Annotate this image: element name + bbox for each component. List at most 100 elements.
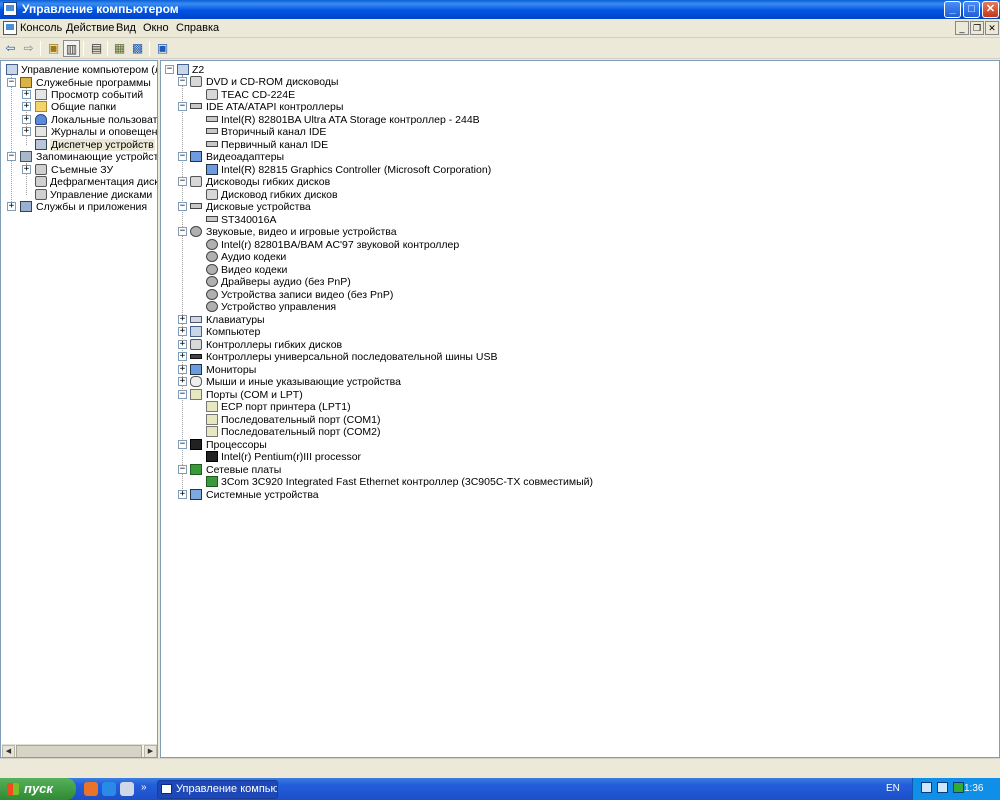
expand-toggle[interactable]: + xyxy=(178,315,187,324)
collapse-toggle[interactable]: − xyxy=(178,102,187,111)
mdi-minimize-button[interactable]: _ xyxy=(955,21,969,35)
menu-console[interactable]: Консоль xyxy=(20,22,62,34)
device-category-mice[interactable]: + Мыши и иные указывающие устройства xyxy=(178,376,478,388)
collapse-toggle[interactable]: − xyxy=(178,202,187,211)
device-item[interactable]: ST340016A xyxy=(206,214,506,226)
device-category-ports[interactable]: − Порты (COM и LPT) xyxy=(178,389,478,401)
print-icon[interactable]: ▤ xyxy=(88,40,105,57)
collapse-toggle[interactable]: − xyxy=(178,177,187,186)
tree-item-disk-management[interactable]: Управление дисками xyxy=(35,189,157,201)
collapse-toggle[interactable]: − xyxy=(165,65,174,74)
mdi-restore-button[interactable]: ❐ xyxy=(970,21,984,35)
scroll-thumb[interactable] xyxy=(16,745,142,757)
tree-item-perf-logs[interactable]: + Журналы и оповещения пр xyxy=(22,126,157,138)
tree-item-services-apps[interactable]: + Службы и приложения xyxy=(7,201,157,213)
collapse-toggle[interactable]: − xyxy=(178,465,187,474)
tree-item-device-manager[interactable]: Диспетчер устройств xyxy=(35,139,157,151)
maximize-button[interactable]: □ xyxy=(963,1,980,18)
device-item[interactable]: Intel(R) 82801BA Ultra ATA Storage контр… xyxy=(206,114,606,126)
help-icon[interactable]: ▩ xyxy=(129,40,146,57)
expand-toggle[interactable]: + xyxy=(22,127,31,136)
expand-toggle[interactable]: + xyxy=(22,90,31,99)
collapse-toggle[interactable]: − xyxy=(178,390,187,399)
quick-launch-more-icon[interactable]: » xyxy=(141,782,147,793)
device-category-disks[interactable]: − Дисковые устройства xyxy=(178,201,478,213)
device-item[interactable]: Первичный канал IDE xyxy=(206,139,506,151)
menu-action[interactable]: Действие xyxy=(66,22,114,34)
expand-toggle[interactable]: + xyxy=(22,165,31,174)
device-category-computer[interactable]: + Компьютер xyxy=(178,326,478,338)
device-item[interactable]: Intel(r) Pentium(r)III processor xyxy=(206,451,506,463)
device-root[interactable]: − Z2 xyxy=(165,64,225,76)
device-item[interactable]: Устройство управления xyxy=(206,301,506,313)
device-item[interactable]: Intel(R) 82815 Graphics Controller (Micr… xyxy=(206,164,606,176)
collapse-toggle[interactable]: − xyxy=(7,152,16,161)
expand-toggle[interactable]: + xyxy=(178,327,187,336)
expand-toggle[interactable]: + xyxy=(22,115,31,124)
expand-toggle[interactable]: + xyxy=(178,340,187,349)
network-tray-icon[interactable] xyxy=(921,782,932,793)
expand-toggle[interactable]: + xyxy=(178,352,187,361)
horizontal-scrollbar[interactable]: ◀ ▶ xyxy=(2,744,157,757)
collapse-toggle[interactable]: − xyxy=(178,77,187,86)
device-category-sound[interactable]: − Звуковые, видео и игровые устройства xyxy=(178,226,478,238)
scroll-right-icon[interactable]: ▶ xyxy=(144,745,157,757)
device-item[interactable]: Аудио кодеки xyxy=(206,251,506,263)
device-category-network[interactable]: − Сетевые платы xyxy=(178,464,478,476)
device-item[interactable]: Последовательный порт (COM2) xyxy=(206,426,506,438)
volume-tray-icon[interactable] xyxy=(937,782,948,793)
device-item[interactable]: Устройства записи видео (без PnP) xyxy=(206,289,506,301)
menu-window[interactable]: Окно xyxy=(143,22,169,34)
expand-toggle[interactable]: + xyxy=(178,365,187,374)
expand-toggle[interactable]: + xyxy=(22,102,31,111)
internet-explorer-icon[interactable] xyxy=(102,782,116,796)
properties-icon[interactable]: ▦ xyxy=(111,40,128,57)
mdi-window-icon[interactable] xyxy=(3,21,17,35)
device-item[interactable]: TEAC CD-224E xyxy=(206,89,506,101)
expand-toggle[interactable]: + xyxy=(7,202,16,211)
device-item[interactable]: Видео кодеки xyxy=(206,264,506,276)
device-category-usb[interactable]: + Контроллеры универсальной последовател… xyxy=(178,351,578,363)
mdi-close-button[interactable]: ✕ xyxy=(985,21,999,35)
device-item[interactable]: Дисковод гибких дисков xyxy=(206,189,506,201)
start-button[interactable]: пуск xyxy=(0,778,76,800)
device-item[interactable]: ECP порт принтера (LPT1) xyxy=(206,401,506,413)
collapse-toggle[interactable]: − xyxy=(178,440,187,449)
collapse-toggle[interactable]: − xyxy=(178,227,187,236)
back-arrow-icon[interactable]: ⇦ xyxy=(2,40,19,57)
device-category-monitors[interactable]: + Мониторы xyxy=(178,364,478,376)
device-category-floppy-drives[interactable]: − Дисководы гибких дисков xyxy=(178,176,478,188)
language-indicator[interactable]: EN xyxy=(886,783,900,794)
scroll-left-icon[interactable]: ◀ xyxy=(2,745,15,757)
tree-item-root[interactable]: Управление компьютером (локал xyxy=(5,64,157,76)
device-category-processors[interactable]: − Процессоры xyxy=(178,439,478,451)
scan-hardware-icon[interactable]: ▣ xyxy=(154,40,171,57)
device-item[interactable]: Последовательный порт (COM1) xyxy=(206,414,506,426)
device-category-system[interactable]: + Системные устройства xyxy=(178,489,478,501)
device-category-ide[interactable]: − IDE ATA/ATAPI контроллеры xyxy=(178,101,478,113)
close-button[interactable]: ✕ xyxy=(982,1,999,18)
menu-help[interactable]: Справка xyxy=(176,22,219,34)
console-tree-pane[interactable]: Управление компьютером (локал − Служебны… xyxy=(0,60,158,758)
task-button-computer-management[interactable]: Управление компью... xyxy=(157,780,278,799)
expand-toggle[interactable]: + xyxy=(178,377,187,386)
device-item[interactable]: Intel(r) 82801BA/BAM AC'97 звуковой конт… xyxy=(206,239,606,251)
device-item[interactable]: 3Com 3C920 Integrated Fast Ethernet конт… xyxy=(206,476,706,488)
app-tray-icon[interactable] xyxy=(953,782,964,793)
expand-toggle[interactable]: + xyxy=(178,490,187,499)
menu-view[interactable]: Вид xyxy=(116,22,136,34)
forward-arrow-icon[interactable]: ⇨ xyxy=(20,40,37,57)
collapse-toggle[interactable]: − xyxy=(178,152,187,161)
device-item[interactable]: Драйверы аудио (без PnP) xyxy=(206,276,506,288)
tree-item-shared-folders[interactable]: + Общие папки xyxy=(22,101,157,113)
minimize-button[interactable]: _ xyxy=(944,1,961,18)
tree-item-system-tools[interactable]: − Служебные программы xyxy=(7,77,157,89)
device-category-keyboards[interactable]: + Клавиатуры xyxy=(178,314,478,326)
firefox-icon[interactable] xyxy=(84,782,98,796)
tree-item-local-users[interactable]: + Локальные пользователи xyxy=(22,114,157,126)
title-bar[interactable]: Управление компьютером _ □ ✕ xyxy=(0,0,1000,19)
tree-item-storage[interactable]: − Запоминающие устройства xyxy=(7,151,157,163)
save-icon[interactable] xyxy=(120,782,134,796)
tree-item-defrag[interactable]: Дефрагментация диска xyxy=(35,176,157,188)
collapse-toggle[interactable]: − xyxy=(7,78,16,87)
